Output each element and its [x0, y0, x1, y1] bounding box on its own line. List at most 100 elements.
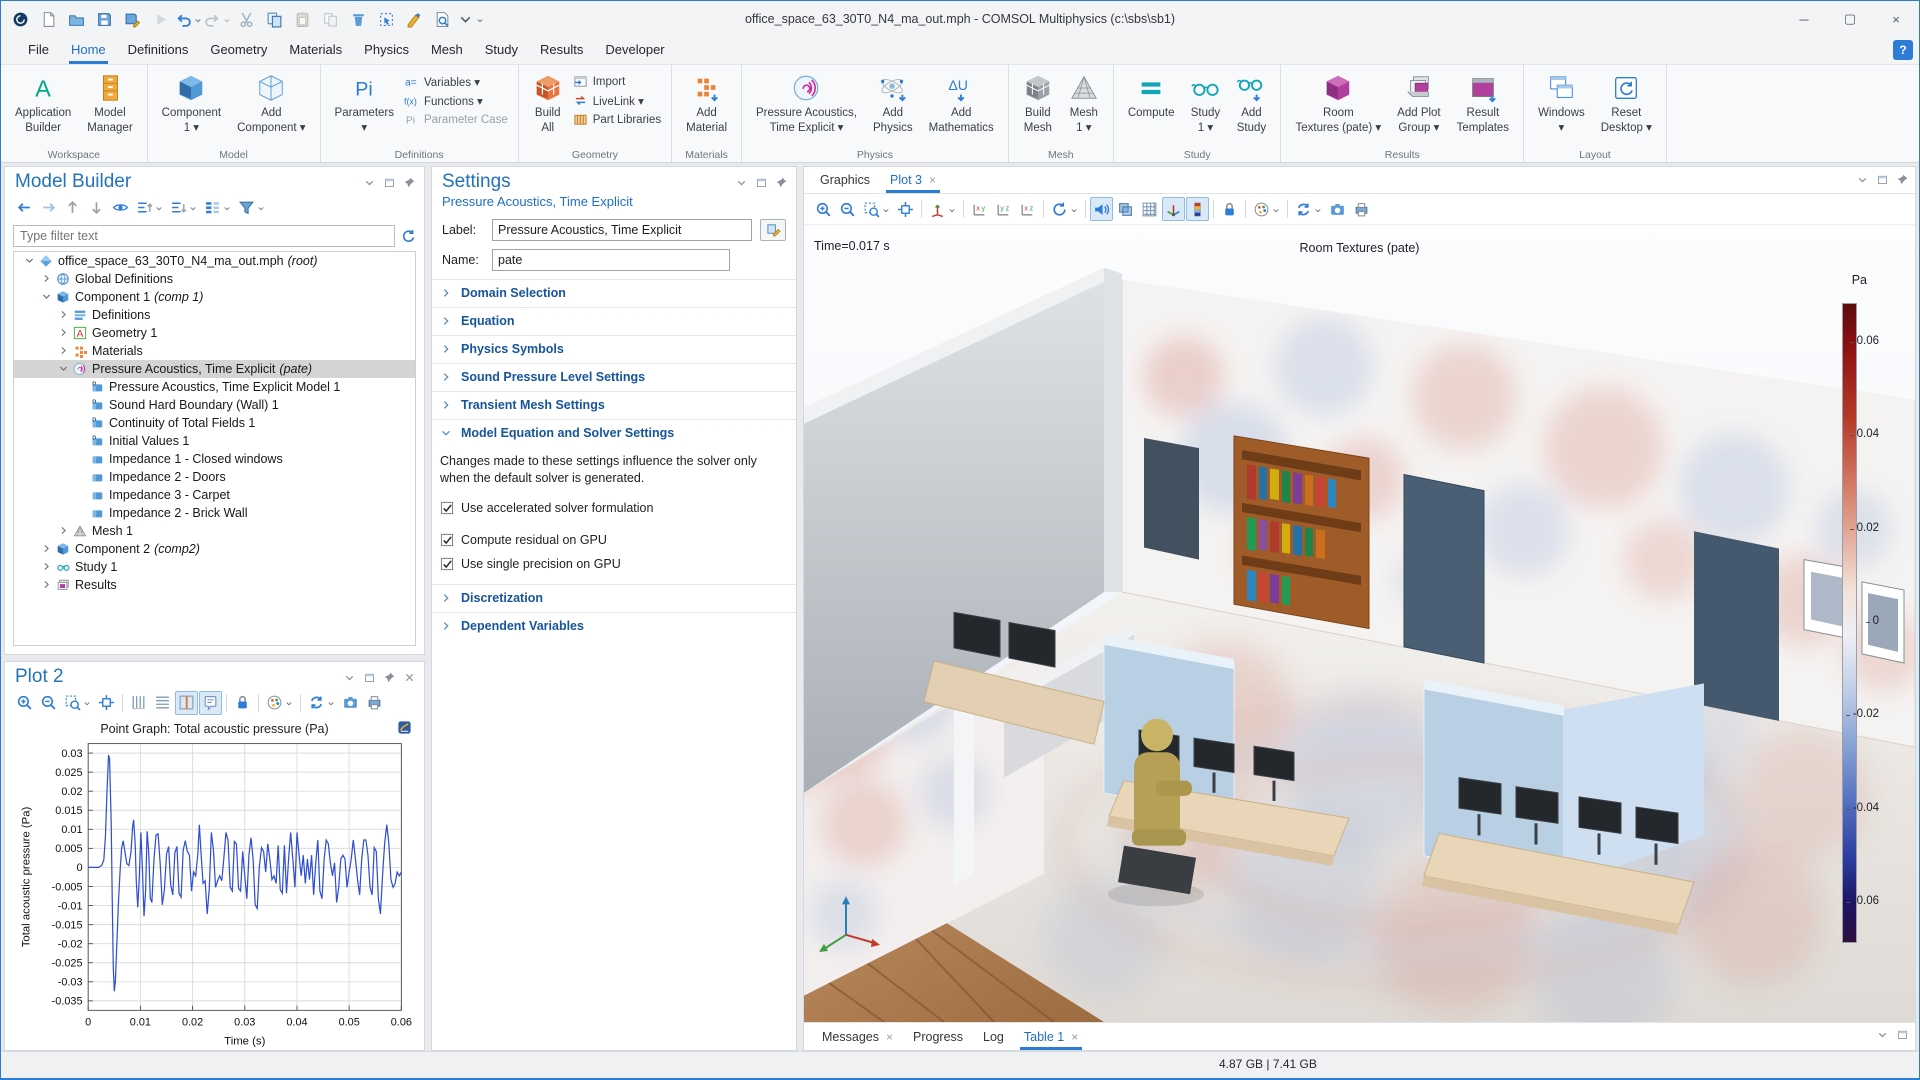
- view-xy-button[interactable]: xy: [968, 197, 991, 221]
- room-3d-view[interactable]: [804, 225, 1915, 1022]
- ribbon-add-material-button[interactable]: Add Material: [678, 70, 735, 139]
- section-depvars[interactable]: Dependent Variables: [432, 611, 796, 640]
- rename-icon[interactable]: [760, 218, 786, 241]
- tab-close-icon[interactable]: ×: [886, 1030, 893, 1044]
- section-discretization[interactable]: Discretization: [432, 583, 796, 612]
- section-model_eq[interactable]: Model Equation and Solver Settings: [432, 418, 796, 447]
- tree-item[interactable]: Results: [14, 576, 415, 594]
- grid-button[interactable]: [1138, 197, 1161, 221]
- zoom-box-button[interactable]: [860, 197, 893, 221]
- tree-expander[interactable]: [39, 543, 54, 554]
- chevron-button[interactable]: [1876, 1028, 1889, 1041]
- tab-messages[interactable]: Messages ×: [812, 1023, 903, 1050]
- section-domain[interactable]: Domain Selection: [432, 278, 796, 307]
- ribbon-add-mathematics-button[interactable]: ΔU Add Mathematics: [921, 70, 1002, 139]
- pin-button[interactable]: [403, 176, 416, 189]
- colorbar-toggle-button[interactable]: [1186, 197, 1209, 221]
- delete-button[interactable]: [345, 6, 371, 32]
- print-button[interactable]: [1350, 197, 1373, 221]
- node-view-button[interactable]: [201, 196, 234, 220]
- label-field-input[interactable]: [492, 218, 752, 241]
- plot2-chart[interactable]: 0 0.01 0.02 0.03 0.04 0.05 0.06 0.03 0.025 0.02 0.…: [5, 736, 424, 1050]
- pin-button[interactable]: [1896, 173, 1909, 186]
- tree-item[interactable]: Component 2 (comp2): [14, 540, 415, 558]
- move-up-button[interactable]: [61, 196, 84, 220]
- graphics-viewport[interactable]: Time=0.017 s Room Textures (pate) Pa 0.0…: [804, 225, 1915, 1022]
- nav-back-button[interactable]: [13, 196, 36, 220]
- ribbon-reset-desktop-button[interactable]: Reset Desktop ▾: [1593, 70, 1660, 139]
- ribbon-add-physics-button[interactable]: Add Physics: [865, 70, 921, 139]
- menu-definitions[interactable]: Definitions: [117, 37, 200, 64]
- menu-mesh[interactable]: Mesh: [420, 37, 474, 64]
- print-button[interactable]: [363, 691, 386, 715]
- tree-item[interactable]: Definitions: [14, 306, 415, 324]
- lock-button[interactable]: [1218, 197, 1241, 221]
- tree-item[interactable]: Impedance 3 - Carpet: [14, 486, 415, 504]
- cycle-button[interactable]: [1292, 197, 1325, 221]
- close-button[interactable]: [403, 671, 416, 684]
- zoom-in-button[interactable]: [812, 197, 835, 221]
- tree-expander[interactable]: [39, 273, 54, 284]
- zoom-box-button[interactable]: [61, 691, 94, 715]
- pin-button[interactable]: [383, 671, 396, 684]
- tree-expander[interactable]: [39, 561, 54, 572]
- chevron-button[interactable]: [363, 176, 376, 189]
- tree-item[interactable]: D Initial Values 1: [14, 432, 415, 450]
- tree-expander[interactable]: [22, 255, 37, 266]
- menu-developer[interactable]: Developer: [594, 37, 675, 64]
- sound-button[interactable]: [1090, 197, 1113, 221]
- ribbon-result-templates-button[interactable]: Result Templates: [1449, 70, 1517, 139]
- tree-item[interactable]: Mesh 1: [14, 522, 415, 540]
- ribbon-windows-stack-button[interactable]: Windows ▾: [1530, 70, 1593, 139]
- filter-button[interactable]: [235, 196, 268, 220]
- camera-button[interactable]: [339, 691, 362, 715]
- tree-item[interactable]: Materials: [14, 342, 415, 360]
- float-button[interactable]: [383, 176, 396, 189]
- float-button[interactable]: [1876, 173, 1889, 186]
- draw-marker-button[interactable]: [401, 6, 427, 32]
- run-button[interactable]: [147, 6, 173, 32]
- float-button[interactable]: [363, 671, 376, 684]
- ribbon-room-textures-button[interactable]: Room Textures (pate) ▾: [1287, 70, 1389, 139]
- menu-study[interactable]: Study: [474, 37, 529, 64]
- ribbon-compute-button[interactable]: Compute: [1120, 70, 1183, 124]
- menu-geometry[interactable]: Geometry: [199, 37, 278, 64]
- tab-log[interactable]: Log: [973, 1023, 1014, 1050]
- cycle-button[interactable]: [305, 691, 338, 715]
- chevron-button[interactable]: [735, 176, 748, 189]
- tree-expander[interactable]: [39, 579, 54, 590]
- save-to-button[interactable]: [119, 6, 145, 32]
- view-xz-button[interactable]: xz: [1016, 197, 1039, 221]
- pin-button[interactable]: [775, 176, 788, 189]
- tree-item[interactable]: Component 1 (comp 1): [14, 288, 415, 306]
- chevron-button[interactable]: [343, 671, 356, 684]
- ribbon-add-plot-group-button[interactable]: Add Plot Group ▾: [1389, 70, 1448, 139]
- tab-table-1[interactable]: Table 1 ×: [1014, 1023, 1088, 1050]
- ribbon-parameters-pi-button[interactable]: Pi Parameters ▾: [327, 70, 402, 139]
- rotate-button[interactable]: [1048, 197, 1081, 221]
- ribbon-model-manager-button[interactable]: Model Manager: [79, 70, 140, 139]
- ribbon-study-1-button[interactable]: Study 1 ▾: [1182, 70, 1228, 139]
- theme-button[interactable]: [1250, 197, 1283, 221]
- ribbon-add-study-button[interactable]: Add Study: [1228, 70, 1274, 139]
- app-logo-button[interactable]: [7, 6, 33, 32]
- annotations-button[interactable]: [199, 690, 222, 715]
- nav-forward-button[interactable]: [37, 196, 60, 220]
- ribbon-livelink-button[interactable]: LiveLink ▾: [573, 93, 661, 108]
- tree-expander[interactable]: [56, 525, 71, 536]
- refresh-icon[interactable]: [400, 228, 416, 244]
- transparency-button[interactable]: [1114, 197, 1137, 221]
- move-down-button[interactable]: [85, 196, 108, 220]
- orientation-button[interactable]: [1162, 197, 1185, 221]
- tab-graphics[interactable]: Graphics: [810, 167, 880, 193]
- float-button[interactable]: [755, 176, 768, 189]
- checkbox-2[interactable]: Compute residual on GPU: [432, 528, 796, 552]
- tree-expander[interactable]: [39, 291, 54, 302]
- ribbon-part-libraries-button[interactable]: Part Libraries: [573, 112, 661, 127]
- section-transient[interactable]: Transient Mesh Settings: [432, 390, 796, 419]
- ribbon-parameter-case-button[interactable]: Pi Parameter Case: [404, 112, 508, 127]
- tab-progress[interactable]: Progress: [903, 1023, 973, 1050]
- tree-item[interactable]: Impedance 1 - Closed windows: [14, 450, 415, 468]
- ribbon-component-cube-button[interactable]: Component 1 ▾: [154, 70, 229, 139]
- camera-button[interactable]: [1326, 197, 1349, 221]
